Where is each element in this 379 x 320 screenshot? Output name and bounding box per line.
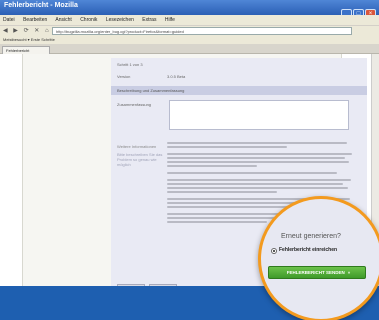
magnifier-callout: Erneut generieren? Fehlerbericht einreic… [258,196,379,320]
menu-tools[interactable]: Extras [142,17,156,23]
menu-file[interactable]: Datei [3,17,15,23]
submit-label: FEHLERBERICHT SENDEN [286,270,345,275]
arrow-right-icon: » [347,270,351,275]
bookmarks-bar[interactable]: Meistbesucht ▾ Erste Schritte [0,36,379,44]
section-header: Beschreibung und Zusammenfassung [111,86,367,95]
menu-help[interactable]: Hilfe [165,17,175,23]
window-title: Fehlerbericht - Mozilla [4,2,78,9]
menu-history[interactable]: Chronik [80,17,97,23]
nav-buttons-icon[interactable]: ◀ ▶ ⟳ ✕ ⌂ [3,27,51,34]
menu-bookmarks[interactable]: Lesezeichen [106,17,134,23]
version-value: 3.0.5 Beta [167,74,186,79]
tab-strip: Fehlerbericht [0,44,379,54]
version-label: Version [117,74,131,79]
step-label: Schritt 1 von 3 [117,62,143,67]
submit-option-label: Fehlerbericht einreichen [279,247,338,253]
url-bar[interactable]: http://bugzilla.mozilla.org/enter_bug.cg… [52,27,352,35]
submit-option-radio[interactable] [271,248,277,254]
menu-bar: Datei Bearbeiten Ansicht Chronik Lesezei… [0,15,379,25]
details-hint: Bitte beschreiben Sie das Problem so gen… [117,152,163,167]
details-label: Weitere Informationen [117,144,157,149]
submit-bug-button[interactable]: FEHLERBERICHT SENDEN» [268,266,366,279]
title-bar: Fehlerbericht - Mozilla _ □ × [0,0,379,19]
lens-question: Erneut generieren? [281,233,341,240]
navigation-toolbar: ◀ ▶ ⟳ ✕ ⌂ http://bugzilla.mozilla.org/en… [0,25,379,36]
tab-active[interactable]: Fehlerbericht [2,46,50,54]
summary-textarea[interactable] [169,100,349,130]
summary-label: Zusammenfassung [117,102,152,107]
menu-view[interactable]: Ansicht [55,17,71,23]
menu-edit[interactable]: Bearbeiten [23,17,47,23]
